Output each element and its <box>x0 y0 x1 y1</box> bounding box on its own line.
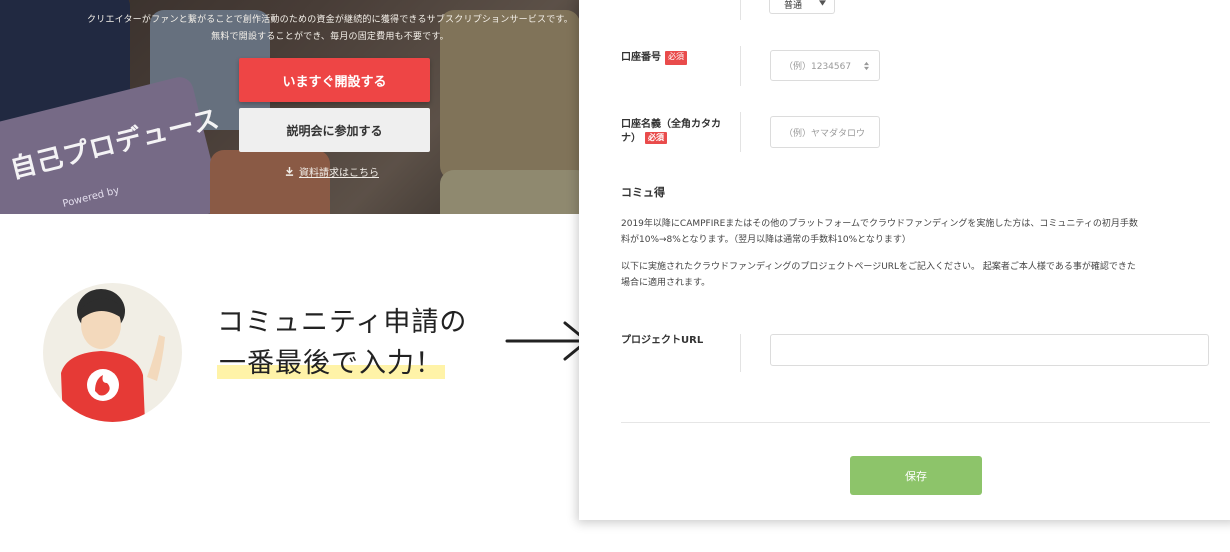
column-divider <box>740 46 741 86</box>
account-number-row: 口座番号 必須 <box>621 51 687 65</box>
url-instruction: 以下に実施されたクラウドファンディングのプロジェクトページURLをご記入ください… <box>621 259 1221 291</box>
hero-lead: クリエイターがファンと繋がることで創作活動のための資金が継続的に獲得できるサブス… <box>0 12 585 46</box>
chevron-down-icon <box>819 0 826 6</box>
account-type-select[interactable]: 普通 <box>769 0 835 14</box>
discount-description: 2019年以降にCAMPFIREまたはその他のプラットフォームでクラウドファンデ… <box>621 216 1221 248</box>
column-divider <box>740 112 741 152</box>
document-request-label: 資料請求はこちら <box>299 168 379 179</box>
hero-lead-line2: 無料で開設することができ、毎月の固定費用も不要です。 <box>211 32 449 42</box>
hero-banner: 自己プロデュース Powered by クリエイターがファンと繋がることで創作活… <box>0 0 585 214</box>
account-type-value: 普通 <box>784 1 803 11</box>
account-number-label: 口座番号 <box>621 52 661 63</box>
community-form-card: 普通 口座番号 必須 （例）1234567 口座名義（全角カタカ ナ） 必須 （例… <box>579 0 1230 520</box>
number-stepper-icon[interactable] <box>864 61 869 71</box>
project-url-label: プロジェクトURL <box>621 335 704 346</box>
discount-description-line2: 料が10%→8%となります。（翌月以降は通常の手数料10%となります） <box>621 235 911 245</box>
account-name-label-line1: 口座名義（全角カタカ <box>621 119 721 130</box>
column-divider <box>740 334 741 372</box>
project-url-input[interactable] <box>770 334 1209 366</box>
callout-text: コミュニティ申請の 一番最後で入力！ <box>217 302 467 384</box>
join-seminar-button[interactable]: 説明会に参加する <box>239 108 430 152</box>
callout-line1: コミュニティ申請の <box>217 307 468 338</box>
project-url-row: プロジェクトURL <box>621 334 703 348</box>
url-instruction-line2: 場合に適用されます。 <box>621 278 711 288</box>
account-name-input[interactable]: （例）ヤマダタロウ <box>770 116 880 148</box>
open-now-button[interactable]: いますぐ開設する <box>239 58 430 102</box>
save-button[interactable]: 保存 <box>850 456 982 495</box>
discount-description-line1: 2019年以降にCAMPFIREまたはその他のプラットフォームでクラウドファンデ… <box>621 219 1138 229</box>
account-number-input[interactable]: （例）1234567 <box>770 50 880 81</box>
url-instruction-line1: 以下に実施されたクラウドファンディングのプロジェクトページURLをご記入ください… <box>621 262 1136 272</box>
character-illustration <box>61 289 165 422</box>
section-title: コミュ得 <box>621 186 665 199</box>
screen: 自己プロデュース Powered by クリエイターがファンと繋がることで創作活… <box>0 0 1230 552</box>
document-request-link[interactable]: 資料請求はこちら <box>285 164 379 179</box>
form-divider <box>621 422 1210 423</box>
account-name-label-line2: ナ） <box>621 133 641 144</box>
character-avatar <box>43 283 182 422</box>
required-badge: 必須 <box>645 132 667 144</box>
column-divider <box>740 0 741 20</box>
account-name-placeholder: （例）ヤマダタロウ <box>784 128 866 139</box>
download-icon <box>285 167 294 176</box>
required-badge: 必須 <box>665 51 687 65</box>
account-name-label-block: 口座名義（全角カタカ ナ） 必須 <box>621 118 741 146</box>
hero-lead-line1: クリエイターがファンと繋がることで創作活動のための資金が継続的に獲得できるサブス… <box>87 15 573 25</box>
callout-line2: 一番最後で入力！ <box>217 348 445 379</box>
account-number-placeholder: （例）1234567 <box>784 62 852 72</box>
